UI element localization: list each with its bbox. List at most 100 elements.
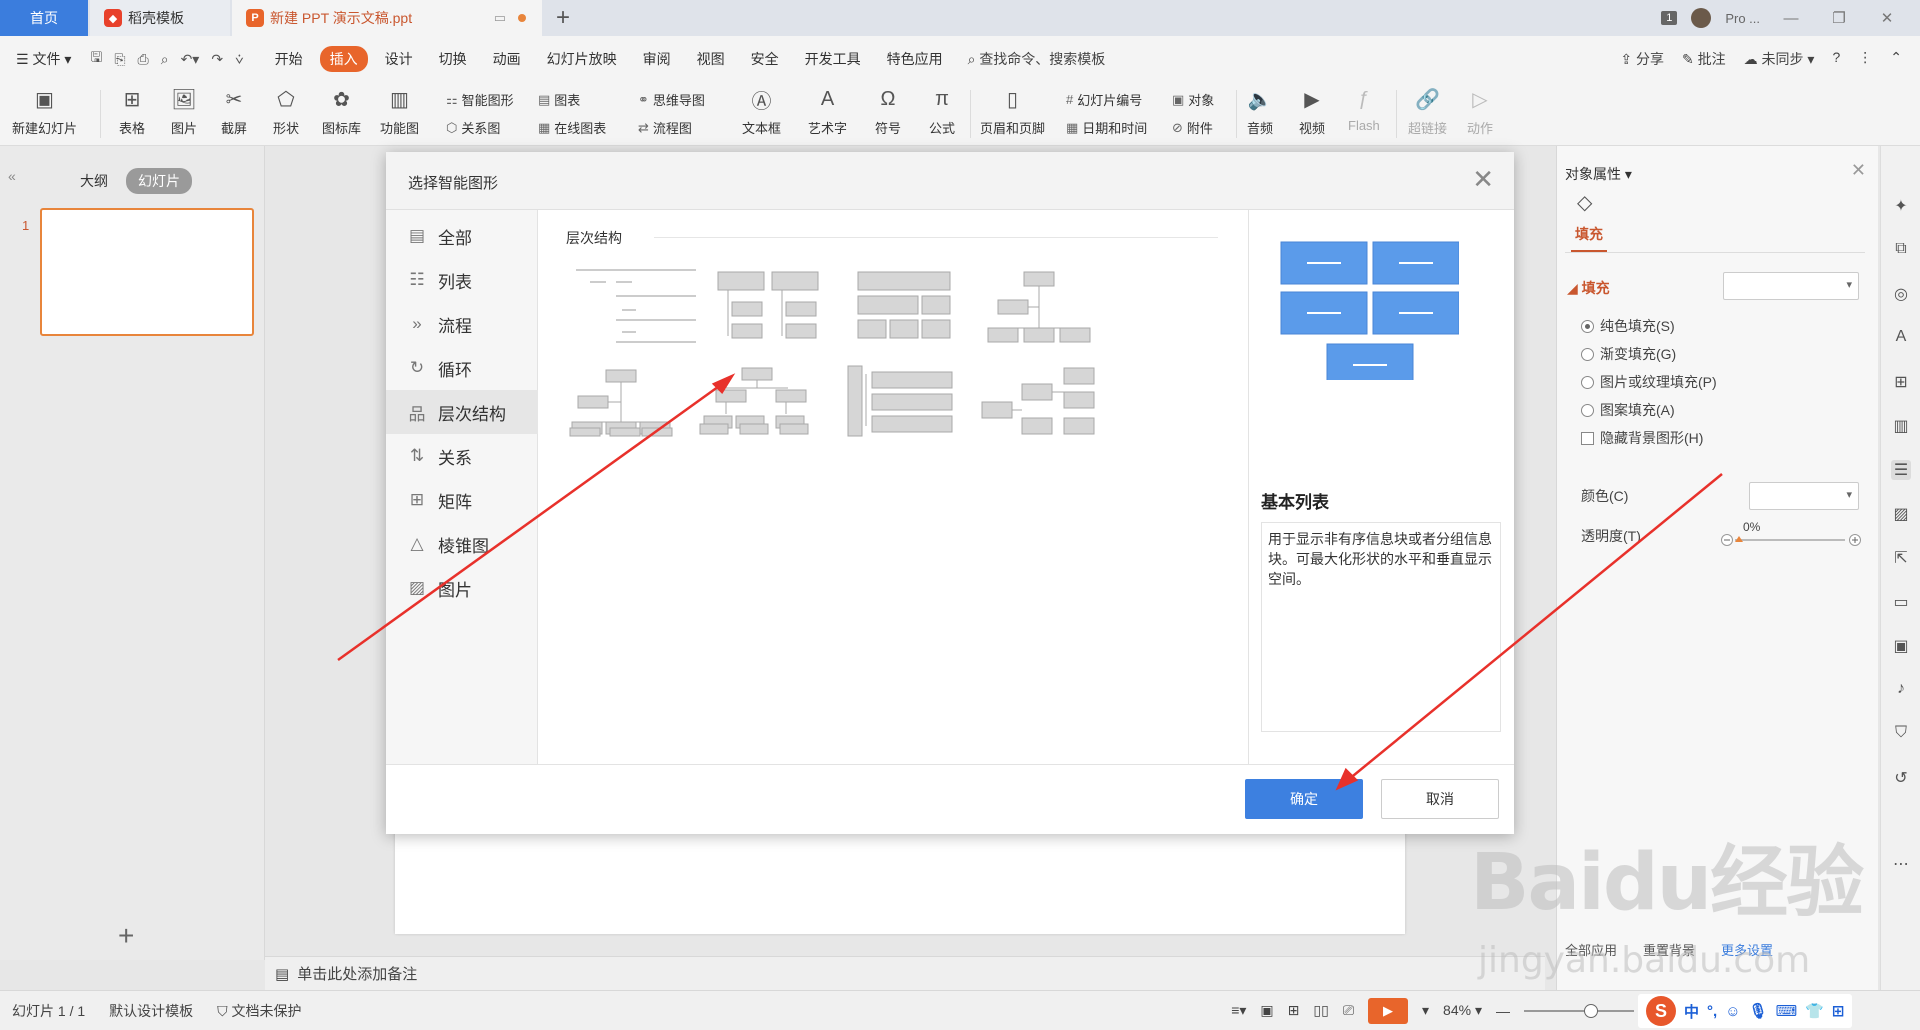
category-matrix[interactable]: ⊞ 矩阵 [386,478,538,522]
slide-number-button[interactable]: # 幻灯片编号 [1066,90,1142,109]
video-button[interactable]: ▶ 视频 [1298,86,1326,137]
tab-slides[interactable]: 幻灯片 [126,168,192,194]
print-preview-icon[interactable]: ⌕ [155,51,175,68]
monitor-icon[interactable]: ▭ [494,10,506,26]
menu-item-start[interactable]: 开始 [262,49,316,69]
sogou-logo-icon[interactable]: S [1646,996,1676,1026]
tab-outline[interactable]: 大纲 [80,171,108,191]
format-painter-icon[interactable]: ⎘ [108,51,131,68]
icon-library-button[interactable]: ✿ 图标库 [322,86,361,137]
user-name[interactable]: Pro ... [1725,11,1760,26]
protect-status[interactable]: ⛉ 文档未保护 [205,1001,313,1021]
tab-document[interactable]: P 新建 PPT 演示文稿.ppt ▭ [232,0,542,36]
audio-button[interactable]: 🔈 音频 [1246,86,1274,137]
shapes-icon[interactable]: ◎ [1891,284,1911,304]
layout-thumb-horizontal-hierarchy[interactable] [857,271,951,339]
help-icon[interactable]: ? [1832,49,1840,69]
textbox-button[interactable]: Ⓐ 文本框 [742,86,781,137]
pin-icon[interactable]: ✦ [1891,196,1911,216]
layout-thumb-bracket-list[interactable] [847,365,953,437]
category-picture[interactable]: ▨ 图片 [386,566,538,610]
menu-item-transition[interactable]: 切换 [426,49,480,69]
redo-icon[interactable]: ↷ [205,51,229,68]
header-footer-button[interactable]: ▯ 页眉和页脚 [980,86,1045,137]
grid-icon[interactable]: ⊞ [1891,372,1911,392]
save-icon[interactable]: 🖫 [84,47,108,71]
wordart-button[interactable]: A 艺术字 [808,86,847,137]
theme-name[interactable]: 默认设计模板 [97,1001,205,1021]
hide-background-checkbox[interactable]: 隐藏背景图形(H) [1581,428,1703,448]
notes-toggle-icon[interactable]: ≡▾ [1231,1002,1246,1019]
category-hierarchy[interactable]: 品层次结构 [386,390,538,434]
function-chart-button[interactable]: ▥ 功能图 [380,86,419,137]
category-process[interactable]: » 流程 [386,302,538,346]
menu-item-security[interactable]: 安全 [738,49,792,69]
punctuation-icon[interactable]: °, [1707,1003,1717,1020]
avatar[interactable] [1691,8,1712,28]
flowchart-button[interactable]: ⇄ 流程图 [638,118,692,137]
image-icon[interactable]: ▣ [1891,636,1911,656]
more-dots-icon[interactable]: ⋯ [1891,854,1911,874]
bar-chart-icon[interactable]: ▥ [1891,416,1911,436]
cancel-button[interactable]: 取消 [1381,779,1499,819]
menu-item-slideshow[interactable]: 幻灯片放映 [534,49,630,69]
category-all[interactable]: ▤ 全部 [386,214,538,258]
tab-templates[interactable]: ◆ 稻壳模板 [90,0,230,36]
symbol-button[interactable]: Ω 符号 [874,86,902,137]
zoom-out-icon[interactable]: — [1496,1003,1510,1019]
picture-panel-icon[interactable]: ▨ [1891,504,1911,524]
transparency-slider[interactable] [1721,528,1861,548]
menu-item-review[interactable]: 审阅 [630,49,684,69]
chart-button[interactable]: ▤ 图表 [538,90,580,109]
category-pyramid[interactable]: △ 棱锥图 [386,522,538,566]
zoom-level[interactable]: 84% ▾ [1443,1002,1482,1019]
collapse-pane-icon[interactable]: « [8,168,16,184]
undo-icon[interactable]: ↶▾ [175,51,206,68]
window-count-badge[interactable]: 1 [1661,11,1678,25]
datetime-button[interactable]: ▦ 日期和时间 [1066,118,1147,137]
notes-area[interactable]: ▤ 单击此处添加备注 [265,956,1545,990]
skin-icon[interactable]: 👕 [1805,1002,1824,1020]
menu-item-developer[interactable]: 开发工具 [792,49,874,69]
mindmap-button[interactable]: ⚭ 思维导图 [638,90,705,109]
online-chart-button[interactable]: ▦ 在线图表 [538,118,606,137]
ime-mode[interactable]: 中 [1684,1001,1699,1022]
smartart-button[interactable]: ⚏ 智能图形 [446,90,514,109]
screenshot-button[interactable]: ✂ 截屏 [220,86,248,137]
relation-button[interactable]: ⬡ 关系图 [446,118,500,137]
copy-style-icon[interactable]: ⧉ [1891,240,1911,260]
ok-button[interactable]: 确定 [1245,779,1363,819]
customize-icon[interactable]: ⩒ [229,51,250,68]
add-slide-button[interactable]: + [118,920,134,952]
menu-item-features[interactable]: 特色应用 [874,49,956,69]
normal-view-icon[interactable]: ▣ [1260,1002,1273,1019]
microphone-icon[interactable]: 🎙 [1749,1002,1768,1020]
share-button[interactable]: ⇪ 分享 [1620,49,1664,69]
reading-view-icon[interactable]: ▯▯ [1313,1002,1328,1019]
category-cycle[interactable]: ↻ 循环 [386,346,538,390]
formula-button[interactable]: π 公式 [928,86,956,137]
object-button[interactable]: ▣ 对象 [1172,90,1214,109]
presenter-view-icon[interactable]: ⎚ [1343,1002,1354,1019]
shape-button[interactable]: ⬠ 形状 [272,86,300,137]
emoji-icon[interactable]: ☺ [1725,1003,1740,1020]
close-window-icon[interactable]: ✕ [1870,9,1904,27]
shield-icon[interactable]: ⛉ [1891,724,1911,744]
properties-sliders-icon[interactable]: ☰ [1891,460,1911,480]
sorter-view-icon[interactable]: ⊞ [1288,1002,1300,1019]
minimize-icon[interactable]: — [1774,10,1808,27]
zoom-slider-knob[interactable] [1584,1003,1598,1018]
menu-item-insert[interactable]: 插入 [319,46,368,72]
category-list-item[interactable]: ☷ 列表 [386,258,538,302]
command-search[interactable]: ⌕ 查找命令、搜索模板 [956,49,1118,69]
fill-type-select[interactable] [1723,272,1859,300]
tab-home[interactable]: 首页 [0,0,88,36]
menu-item-animation[interactable]: 动画 [480,49,534,69]
collapse-ribbon-icon[interactable]: ⌃ [1890,49,1902,69]
text-style-icon[interactable]: A [1891,328,1911,348]
layout-thumb-org-chart[interactable] [987,271,1091,343]
attachment-button[interactable]: ⊘ 附件 [1172,118,1213,137]
category-relationship[interactable]: ⇅ 关系 [386,434,538,478]
share-panel-icon[interactable]: ⇱ [1891,548,1911,568]
pattern-fill-radio[interactable]: 图案填充(A) [1581,400,1675,420]
